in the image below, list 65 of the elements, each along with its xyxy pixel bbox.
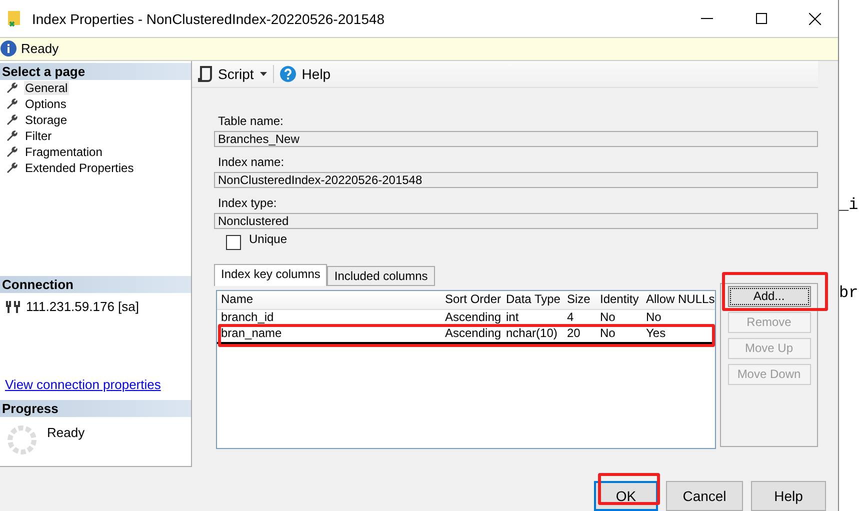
spinner-icon [7, 424, 37, 455]
text-field[interactable]: Nonclustered [214, 212, 818, 229]
section-header: Connection [0, 276, 191, 293]
nav-item[interactable]: Fragmentation [24, 144, 104, 159]
help-button[interactable]: Help [302, 66, 331, 82]
wrench-icon [6, 82, 18, 94]
table-cell-text: Yes [645, 327, 667, 340]
table-cell-text: bran_name [220, 327, 283, 340]
column-header: Sort Order [444, 293, 502, 306]
column-header: Allow NULLs [645, 293, 714, 306]
plug-icon [6, 300, 20, 313]
table-cell-text: 20 [566, 327, 582, 340]
wrench-icon [6, 146, 18, 158]
column-header: Data Type [505, 293, 562, 306]
maximize-icon [756, 13, 766, 24]
field-label: Index type: [218, 196, 278, 210]
window-title: Index Properties - NonClusteredIndex-20220526-201548 [32, 10, 386, 26]
nav-item[interactable]: Extended Properties [24, 160, 135, 175]
table-cell-text: Ascending [444, 327, 502, 340]
table-cell-text: 4 [566, 311, 575, 324]
script-icon [198, 66, 212, 82]
table-cell-text: nchar(10) [505, 327, 558, 340]
wrench-icon [6, 98, 18, 110]
column-header: Identity [599, 293, 640, 306]
info-icon [0, 40, 17, 58]
table-cell-text: No [599, 311, 616, 324]
wrench-icon [6, 162, 18, 174]
server-text: 111.231.59.176 [sa] [26, 299, 140, 314]
dialog-button[interactable]: Cancel [666, 481, 743, 511]
column-header: Size [566, 293, 592, 306]
field-label: Index name: [218, 154, 286, 169]
tab[interactable]: Index key columns [214, 264, 328, 286]
code-text: br [839, 284, 859, 302]
help-icon [280, 66, 296, 82]
tab[interactable]: Included columns [327, 266, 435, 286]
nav-item[interactable]: Storage [24, 112, 68, 127]
section-header: Select a page [0, 62, 191, 80]
text-field[interactable]: NonClusteredIndex-20220526-201548 [214, 172, 818, 188]
close-icon [809, 12, 821, 24]
field-label: Table name: [218, 114, 284, 128]
nav-item[interactable]: Filter [24, 128, 53, 143]
section-header: Progress [0, 400, 191, 417]
table-cell-text: branch_id [220, 311, 275, 324]
code-text: _i [839, 196, 859, 214]
wrench-icon [6, 130, 18, 142]
wrench-icon [6, 114, 18, 126]
table-cell-text: No [645, 311, 662, 324]
table-cell-text: int [505, 311, 520, 324]
table-cell-text: Ascending [444, 311, 502, 324]
dropdown-icon[interactable] [260, 72, 267, 76]
text-field[interactable]: Branches_New [214, 130, 818, 147]
connection-link[interactable]: View connection properties [5, 376, 191, 392]
checkbox[interactable] [226, 234, 241, 250]
side-button[interactable]: Add... [728, 286, 810, 307]
status-text: Ready [21, 41, 59, 56]
nav-item[interactable]: Options [24, 96, 68, 111]
highlight-rectangle [598, 473, 660, 505]
minimize-icon [701, 18, 713, 20]
nav-item[interactable]: General [24, 80, 69, 95]
checkbox-label: Unique [249, 232, 288, 248]
script-button[interactable]: Script [218, 66, 254, 82]
column-header: Name [220, 293, 254, 306]
dialog-button[interactable]: Help [751, 481, 826, 511]
progress-status: Ready [47, 424, 85, 442]
table-cell-text: No [599, 327, 616, 340]
